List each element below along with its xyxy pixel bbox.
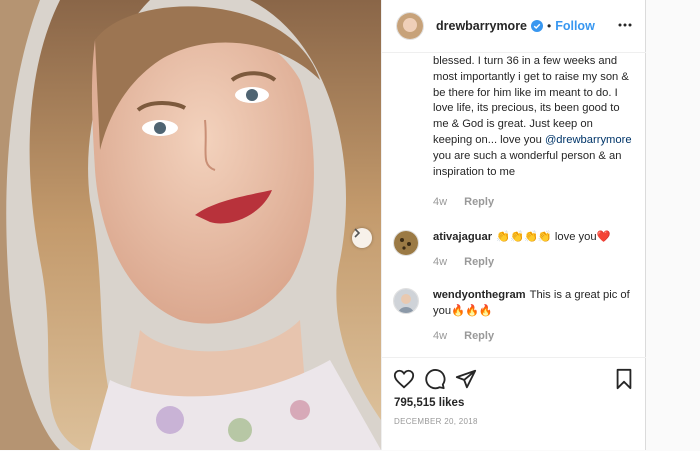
comment-meta: 4w Reply: [433, 330, 494, 342]
author-username[interactable]: drewbarrymore: [436, 19, 527, 33]
instagram-post: drewbarrymore • Follow blessed. I turn 3…: [0, 0, 646, 450]
bookmark-icon[interactable]: [614, 368, 634, 395]
post-header: drewbarrymore • Follow: [382, 0, 646, 53]
comment-username[interactable]: ativajaguar: [433, 231, 492, 243]
post-actions: 795,515 likes DECEMBER 20, 2018: [382, 357, 646, 451]
comment-icon[interactable]: [424, 368, 446, 395]
verified-badge-icon: [531, 20, 544, 32]
post-photo[interactable]: [0, 0, 381, 450]
likes-count[interactable]: 795,515 likes: [394, 397, 464, 409]
comment-body: 👏👏👏👏 love you❤️: [496, 231, 611, 243]
comment-text: ativajaguar 👏👏👏👏 love you❤️: [433, 230, 633, 246]
comment-meta: 4w Reply: [433, 256, 494, 268]
caption-reply-button[interactable]: Reply: [464, 196, 494, 208]
comment-age: 4w: [433, 330, 448, 342]
post-side-panel: drewbarrymore • Follow blessed. I turn 3…: [381, 0, 646, 450]
post-date: DECEMBER 20, 2018: [394, 417, 478, 426]
separator-dot: •: [547, 19, 552, 33]
comment-reply-button[interactable]: Reply: [464, 256, 494, 268]
portrait-illustration: [0, 0, 381, 450]
heart-icon[interactable]: [393, 368, 415, 395]
avatar[interactable]: [393, 288, 419, 314]
more-options-icon[interactable]: [618, 18, 632, 37]
comment-age: 4w: [433, 256, 448, 268]
caption-age: 4w: [433, 196, 448, 208]
caption-part1: blessed. I turn 36 in a few weeks and mo…: [433, 55, 629, 146]
next-arrow-icon[interactable]: [352, 228, 372, 248]
comment-username[interactable]: wendyonthegram: [433, 289, 526, 301]
share-icon[interactable]: [455, 368, 477, 395]
avatar[interactable]: [393, 230, 419, 256]
comments-list[interactable]: blessed. I turn 36 in a few weeks and mo…: [382, 52, 646, 357]
caption-part2: you are such a wonderful person & an ins…: [433, 149, 622, 178]
comment-text: wendyonthegram This is a great pic of you…: [433, 288, 633, 320]
avatar[interactable]: [396, 12, 424, 40]
follow-button[interactable]: Follow: [555, 19, 595, 33]
caption-text: blessed. I turn 36 in a few weeks and mo…: [433, 54, 633, 180]
caption-mention-link[interactable]: @drewbarrymore: [545, 134, 632, 146]
comment-reply-button[interactable]: Reply: [464, 330, 494, 342]
caption-meta: 4w Reply: [433, 196, 494, 208]
